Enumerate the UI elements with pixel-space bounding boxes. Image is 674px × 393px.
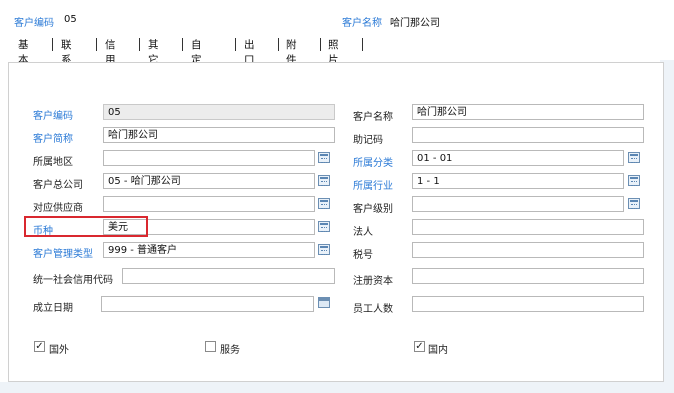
customer-name-field[interactable]: 哈门那公司	[412, 104, 644, 120]
service-checkbox-label: 服务	[220, 345, 240, 356]
window-edge-bottom	[0, 382, 674, 393]
industry-label: 所属行业	[353, 181, 393, 192]
employee-count-field[interactable]	[412, 296, 644, 312]
tab-separator	[139, 38, 140, 51]
credit-code-label: 统一社会信用代码	[33, 275, 113, 286]
currency-lookup-icon[interactable]	[318, 221, 330, 232]
employee-count-label: 员工人数	[353, 304, 393, 315]
tab-separator	[182, 38, 183, 51]
tax-number-label: 税号	[353, 250, 373, 261]
customer-abbr-field[interactable]: 哈门那公司	[103, 127, 335, 143]
foreign-checkbox[interactable]: ✓	[34, 341, 45, 352]
supplier-lookup-icon[interactable]	[318, 198, 330, 209]
category-field[interactable]: 01 - 01	[412, 150, 624, 166]
service-checkbox[interactable]	[205, 341, 216, 352]
foreign-checkbox-label: 国外	[49, 345, 69, 356]
currency-label: 币种	[33, 226, 53, 237]
header-code-value: 05	[64, 14, 77, 25]
currency-field[interactable]: 美元	[103, 219, 315, 235]
calendar-icon[interactable]	[318, 297, 330, 308]
header-name-label: 客户名称	[342, 18, 382, 29]
founded-date-label: 成立日期	[33, 303, 73, 314]
tab-separator	[362, 38, 363, 51]
industry-lookup-icon[interactable]	[628, 175, 640, 186]
customer-level-field[interactable]	[412, 196, 624, 212]
customer-level-label: 客户级别	[353, 204, 393, 215]
header-name-value: 哈门那公司	[390, 18, 440, 29]
parent-company-label: 客户总公司	[33, 180, 83, 191]
region-lookup-icon[interactable]	[318, 152, 330, 163]
tab-separator	[320, 38, 321, 51]
founded-date-field[interactable]	[101, 296, 314, 312]
region-label: 所属地区	[33, 157, 73, 168]
mnemonic-field[interactable]	[412, 127, 644, 143]
parent-company-field[interactable]: 05 - 哈门那公司	[103, 173, 315, 189]
customer-code-label: 客户编码	[33, 111, 73, 122]
customer-mgmt-type-lookup-icon[interactable]	[318, 244, 330, 255]
tab-separator	[96, 38, 97, 51]
header-code-label: 客户编码	[14, 18, 54, 29]
customer-mgmt-type-field[interactable]: 999 - 普通客户	[103, 242, 315, 258]
industry-field[interactable]: 1 - 1	[412, 173, 624, 189]
mnemonic-label: 助记码	[353, 135, 383, 146]
category-lookup-icon[interactable]	[628, 152, 640, 163]
registered-capital-label: 注册资本	[353, 276, 393, 287]
tab-separator	[235, 38, 236, 51]
region-field[interactable]	[103, 150, 315, 166]
tab-separator	[52, 38, 53, 51]
supplier-field[interactable]	[103, 196, 315, 212]
tab-separator	[278, 38, 279, 51]
legal-person-field[interactable]	[412, 219, 644, 235]
legal-person-label: 法人	[353, 227, 373, 238]
supplier-label: 对应供应商	[33, 203, 83, 214]
registered-capital-field[interactable]	[412, 268, 644, 284]
category-label: 所属分类	[353, 158, 393, 169]
customer-name-label: 客户名称	[353, 112, 393, 123]
domestic-checkbox[interactable]: ✓	[414, 341, 425, 352]
domestic-checkbox-label: 国内	[428, 345, 448, 356]
customer-code-field[interactable]: 05	[103, 104, 335, 120]
customer-level-lookup-icon[interactable]	[628, 198, 640, 209]
credit-code-field[interactable]	[122, 268, 335, 284]
customer-mgmt-type-label: 客户管理类型	[33, 249, 93, 260]
tax-number-field[interactable]	[412, 242, 644, 258]
customer-abbr-label: 客户简称	[33, 134, 73, 145]
parent-company-lookup-icon[interactable]	[318, 175, 330, 186]
